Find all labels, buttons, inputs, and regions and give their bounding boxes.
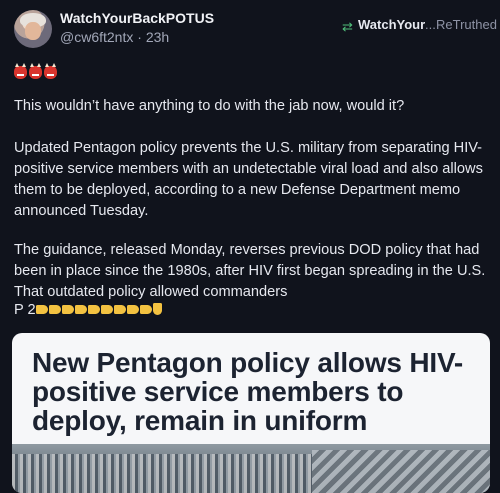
post-text-paragraph-2: Updated Pentagon policy prevents the U.S… — [14, 140, 483, 219]
point-left-emoji-icon — [87, 304, 100, 314]
post-text-paragraph-3: The guidance, released Monday, reverses … — [14, 242, 486, 300]
point-left-emoji-icon — [126, 304, 139, 314]
retruthed-label: ReTruthed — [436, 17, 497, 32]
ogre-emoji-icon — [44, 63, 57, 79]
truth-post: WatchYourBackPOTUS @cw6ft2ntx · 23h ⇄ Wa… — [0, 0, 500, 493]
display-name[interactable]: WatchYourBackPOTUS — [60, 10, 214, 26]
post-text-line-1: This wouldn’t have anything to do with t… — [14, 98, 405, 114]
point-down-emoji-icon — [152, 303, 162, 316]
point-left-emoji-icon — [35, 304, 48, 314]
point-left-emoji-icon — [139, 304, 152, 314]
post-time[interactable]: 23h — [146, 29, 169, 45]
retruth-icon: ⇄ — [342, 19, 353, 34]
point-left-emoji-icon — [100, 304, 113, 314]
pointing-emoji-row — [35, 302, 163, 318]
point-left-emoji-icon — [74, 304, 87, 314]
page-marker-text: P 2 — [14, 302, 36, 318]
card-headline: New Pentagon policy allows HIV-positive … — [32, 347, 463, 436]
point-left-emoji-icon — [48, 304, 61, 314]
point-left-emoji-icon — [113, 304, 126, 314]
handle-and-time: @cw6ft2ntx · 23h — [60, 29, 169, 45]
retruthed-by-user[interactable]: WatchYour — [358, 17, 425, 32]
user-avatar[interactable] — [14, 10, 52, 48]
photo-parking-lot — [12, 454, 312, 493]
ogre-emoji-icon — [14, 63, 27, 79]
link-preview-card[interactable]: New Pentagon policy allows HIV-positive … — [12, 333, 490, 493]
user-handle[interactable]: @cw6ft2ntx — [60, 29, 133, 45]
retruthed-ellipsis: ... — [425, 17, 436, 32]
separator-dot: · — [137, 29, 146, 45]
ogre-emoji-row — [14, 63, 57, 79]
avatar-face — [25, 22, 41, 40]
point-left-emoji-icon — [61, 304, 74, 314]
post-text-page-marker: P 2 — [14, 300, 486, 321]
photo-building — [312, 450, 490, 493]
ogre-emoji-icon — [29, 63, 42, 79]
